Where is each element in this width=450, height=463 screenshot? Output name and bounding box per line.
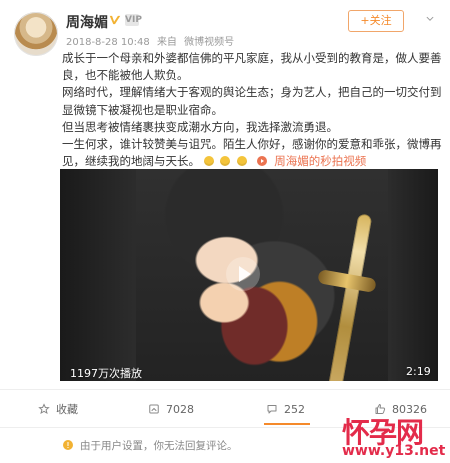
post-meta: 2018-8-28 10:48 来自 微博视频号 — [66, 33, 234, 48]
post-text: 成长于一个母亲和外婆都信佛的平凡家庭，我从小受到的教育是，做人要善良，也不能被他… — [62, 50, 442, 170]
divider — [0, 427, 450, 428]
follow-button[interactable]: +关注 — [348, 10, 404, 32]
like-icon — [375, 404, 386, 414]
repost-count: 7028 — [166, 402, 194, 416]
active-tab-indicator — [264, 423, 310, 425]
favorite-label: 收藏 — [56, 403, 78, 416]
user-name[interactable]: 周海媚 — [66, 12, 108, 32]
avatar[interactable] — [14, 12, 58, 56]
video-frame-right — [386, 169, 438, 381]
chevron-down-icon[interactable] — [424, 14, 436, 24]
video-link[interactable]: 周海媚的秒拍视频 — [274, 154, 366, 168]
comment-icon — [267, 405, 277, 414]
post-source-prefix: 来自 — [156, 37, 177, 48]
video-frame-left — [60, 169, 138, 381]
notice-text: 由于用户设置，你无法回复评论。 — [80, 439, 238, 452]
verified-icon — [109, 15, 121, 25]
play-button[interactable] — [226, 257, 260, 291]
post-paragraph: 但当思考被情绪裹挟变成潮水方向，我选择激流勇退。 — [62, 119, 338, 134]
comment-button[interactable]: 252 — [266, 398, 305, 420]
post-paragraph: 成长于一个母亲和外婆都信佛的平凡家庭，我从小受到的教育是，做人要善良，也不能被他… — [62, 51, 442, 83]
star-icon — [38, 403, 50, 415]
repost-button[interactable]: 7028 — [148, 398, 194, 420]
member-badge-icon: VIP — [125, 14, 142, 26]
divider — [0, 389, 450, 390]
post-paragraph: 网络时代，理解情绪大于客观的舆论生态；身为艺人，把自己的一切交付到显微镜下被凝视… — [62, 85, 442, 117]
favorite-button[interactable]: 收藏 — [38, 398, 78, 420]
warning-icon — [63, 440, 73, 450]
post-paragraph-with-link: 一生何求，谁计较赞美与诅咒。陌生人你好，感谢你的爱意和乖张，微博再见，继续我的地… — [62, 136, 442, 170]
emoji-icon — [236, 156, 247, 167]
play-count: 1197万次播放 — [70, 367, 142, 380]
comment-notice: 由于用户设置，你无法回复评论。 — [62, 437, 438, 453]
action-bar: 收藏 7028 252 80326 — [0, 398, 450, 420]
emoji-icon — [220, 156, 231, 167]
play-link-icon — [256, 156, 267, 167]
emoji-icon — [203, 156, 214, 167]
post-paragraph: 一生何求，谁计较赞美与诅咒。陌生人你好，感谢你的爱意和乖张，微博再见，继续我的地… — [62, 137, 442, 169]
like-count: 80326 — [392, 402, 427, 416]
like-button[interactable]: 80326 — [374, 398, 427, 420]
repost-icon — [149, 404, 159, 414]
post-timestamp: 2018-8-28 10:48 — [66, 37, 150, 48]
post-source[interactable]: 微博视频号 — [184, 37, 234, 48]
comment-count: 252 — [284, 402, 305, 416]
video-duration: 2:19 — [406, 365, 431, 378]
